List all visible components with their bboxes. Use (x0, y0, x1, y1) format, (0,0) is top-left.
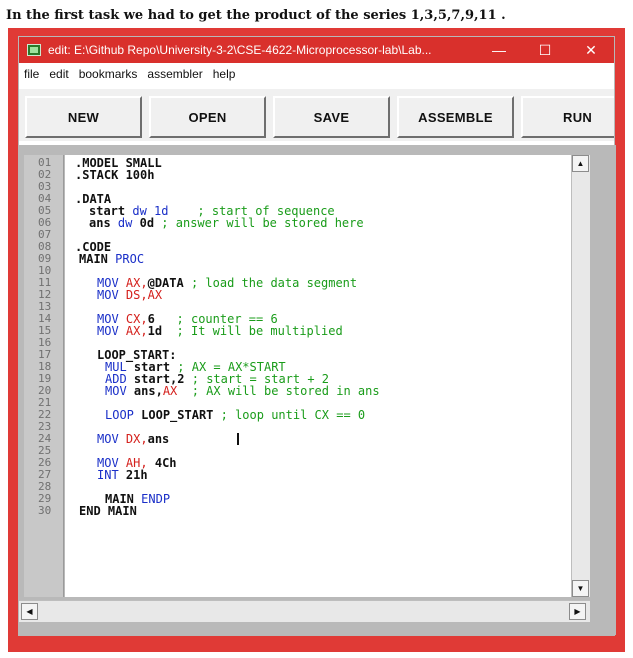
menu-file[interactable]: file (19, 67, 44, 81)
text-cursor (237, 433, 239, 445)
code-comment: ; load the data segment (190, 276, 358, 290)
maximize-button[interactable]: ☐ (522, 37, 568, 63)
window-title: edit: E:\Github Repo\University-3-2\CSE-… (48, 43, 432, 57)
code-token: ans (147, 432, 170, 446)
code-comment: ; It will be multiplied (176, 324, 343, 338)
code-token: DX, (125, 432, 148, 446)
page-caption: In the first task we had to get the prod… (6, 8, 506, 23)
menu-help[interactable]: help (208, 67, 241, 81)
code-token: MAIN (79, 252, 108, 266)
code-token: LOOP_START (141, 408, 214, 422)
code-token: ENDP (141, 492, 171, 506)
code-line-02: .STACK 100h (75, 169, 154, 181)
code-token: AX, (125, 324, 148, 338)
code-token: 4Ch (154, 456, 177, 470)
editor-area: 01 02 03 04 05 06 07 08 09 10 11 12 13 14 15 16 17 18 19 20… (19, 145, 616, 635)
code-token: 1d (147, 324, 163, 338)
menu-assembler[interactable]: assembler (142, 67, 207, 81)
code-token: .STACK 100h (75, 168, 155, 182)
code-token: PROC (115, 252, 145, 266)
code-line-20: MOV ans,AX ; AX will be stored in ans (105, 385, 380, 397)
code-token: MOV (97, 288, 119, 302)
minimize-button[interactable]: — (476, 37, 522, 63)
vertical-scrollbar[interactable]: ▲ ▼ (571, 155, 590, 597)
line-number-gutter: 01 02 03 04 05 06 07 08 09 10 11 12 13 14 15 16 17 18 19 20… (24, 155, 64, 597)
title-bar[interactable]: edit: E:\Github Repo\University-3-2\CSE-… (19, 37, 614, 63)
code-comment: ; loop until CX == 0 (220, 408, 366, 422)
scroll-up-icon[interactable]: ▲ (572, 155, 589, 172)
horizontal-scrollbar[interactable]: ◀ ▶ (19, 600, 590, 622)
open-button[interactable]: OPEN (149, 96, 266, 138)
scroll-left-icon[interactable]: ◀ (21, 603, 38, 620)
code-token: AX (162, 384, 178, 398)
code-line-24: MOV DX,ans (97, 433, 169, 445)
code-token: LOOP (105, 408, 134, 422)
line-number: 30 (38, 504, 52, 517)
scroll-down-icon[interactable]: ▼ (572, 580, 589, 597)
run-button[interactable]: RUN (521, 96, 614, 138)
toolbar: NEW OPEN SAVE ASSEMBLE RUN (19, 89, 614, 141)
menu-edit[interactable]: edit (44, 67, 73, 81)
assemble-button[interactable]: ASSEMBLE (397, 96, 514, 138)
save-button[interactable]: SAVE (273, 96, 390, 138)
code-line-09: MAIN PROC (79, 253, 144, 265)
code-line-15: MOV AX,1d ; It will be multiplied (97, 325, 343, 337)
code-line-22: LOOP LOOP_START ; loop until CX == 0 (105, 409, 365, 421)
code-token: 0d (139, 216, 155, 230)
new-button[interactable]: NEW (25, 96, 142, 138)
code-token: DS,AX (125, 288, 163, 302)
code-line-27: INT 21h (97, 469, 148, 481)
code-token: MOV (97, 432, 119, 446)
code-editor[interactable]: .MODEL SMALL .STACK 100h .DATA start dw … (65, 155, 571, 597)
code-line-06: ans dw 0d ; answer will be stored here (89, 217, 364, 229)
code-token: 21h (125, 468, 148, 482)
code-token: ans, (133, 384, 163, 398)
app-icon (27, 44, 41, 56)
menu-bookmarks[interactable]: bookmarks (74, 67, 143, 81)
scroll-right-icon[interactable]: ▶ (569, 603, 586, 620)
code-line-12: MOV DS,AX (97, 289, 162, 301)
code-token: INT (97, 468, 119, 482)
code-comment: ; AX will be stored in ans (191, 384, 380, 398)
menu-bar: file edit bookmarks assembler help (19, 63, 614, 85)
close-button[interactable]: ✕ (568, 37, 614, 63)
code-token: MOV (97, 324, 119, 338)
editor-window: edit: E:\Github Repo\University-3-2\CSE-… (18, 36, 616, 636)
code-comment: ; answer will be stored here (161, 216, 364, 230)
code-line-30: END MAIN (79, 505, 137, 517)
code-token: dw (117, 216, 133, 230)
code-token: ans (89, 216, 111, 230)
code-token: MOV (105, 384, 127, 398)
window-controls: — ☐ ✕ (476, 37, 614, 63)
code-token: END MAIN (79, 504, 137, 518)
